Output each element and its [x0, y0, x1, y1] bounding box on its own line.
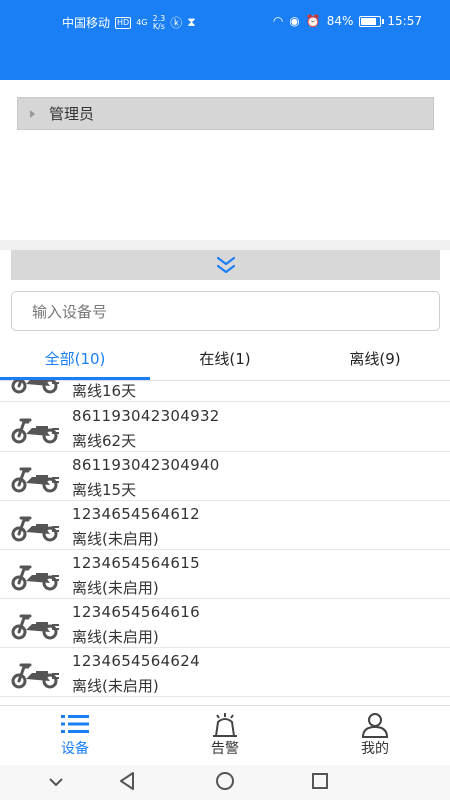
bottom-nav: 设备 告警 我的 [0, 705, 450, 766]
device-status: 离线15天 [72, 481, 137, 499]
scooter-icon [11, 467, 61, 493]
list-item[interactable]: 861193042304940 离线15天 [0, 452, 450, 501]
user-icon [361, 713, 389, 738]
device-id: 861193042304932 [72, 407, 220, 425]
device-status: 离线16天 [72, 382, 137, 400]
back-icon[interactable] [118, 771, 136, 791]
tab-offline[interactable]: 离线(9) [300, 340, 450, 380]
home-icon[interactable] [215, 771, 235, 791]
double-chevron-down-icon[interactable] [215, 255, 237, 275]
status-bar-right: ◠ ◉ ⏰ 84% 15:57 [273, 14, 422, 28]
list-item[interactable]: 1234654564612 离线(未启用) [0, 501, 450, 550]
device-id: 1234654564615 [72, 554, 200, 572]
speed-unit: K/s [152, 21, 165, 31]
headphone-icon: ◠ [272, 14, 284, 28]
scooter-icon [11, 614, 61, 640]
hourglass-icon: ⧗ [187, 15, 196, 29]
list-item[interactable]: 1234654564624 离线(未启用) [0, 648, 450, 697]
battery-percent: 84% [326, 14, 354, 28]
nav-alarms-label: 告警 [211, 741, 239, 757]
device-id: 861193042304940 [72, 456, 220, 474]
scooter-icon [11, 380, 61, 394]
clock-time: 15:57 [387, 14, 422, 28]
device-search-box[interactable] [11, 291, 440, 332]
nav-devices[interactable]: 设备 [0, 706, 150, 766]
tree-node-label: 管理员 [49, 105, 95, 123]
tab-all[interactable]: 全部(10) [0, 340, 150, 380]
eye-icon: ◉ [289, 14, 300, 28]
nav-profile[interactable]: 我的 [300, 706, 450, 766]
system-nav-bar [0, 765, 450, 800]
filter-tabs: 全部(10) 在线(1) 离线(9) [0, 340, 450, 381]
chevron-down-icon[interactable] [48, 777, 64, 787]
alarm-icon [213, 713, 237, 737]
device-id: 1234654564624 [72, 652, 200, 670]
nav-profile-label: 我的 [361, 741, 389, 757]
hd-badge: HD [115, 16, 132, 29]
device-search-input[interactable] [30, 292, 414, 332]
device-id: 1234654564612 [72, 505, 200, 523]
circle-k-icon: ⓚ [170, 16, 183, 30]
speed-indicator: 2.3 K/s [152, 14, 166, 31]
alarm-clock-icon: ⏰ [305, 14, 321, 28]
device-status: 离线(未启用) [72, 579, 159, 597]
device-id: 1234654564616 [72, 603, 200, 621]
network-label: 4G [136, 17, 148, 27]
nav-devices-label: 设备 [61, 741, 89, 757]
status-bar-left: 中国移动 HD 4G 2.3 K/s ⓚ ⧗ [62, 14, 196, 31]
list-item[interactable]: 1234654564615 离线(未启用) [0, 550, 450, 599]
list-item[interactable]: 861193042304932 离线62天 [0, 403, 450, 452]
device-status: 离线(未启用) [72, 677, 159, 695]
scooter-icon [11, 418, 61, 444]
battery-icon [359, 15, 385, 27]
section-divider [0, 240, 450, 250]
tree-node-admin[interactable]: 管理员 [17, 97, 434, 130]
status-bar: 中国移动 HD 4G 2.3 K/s ⓚ ⧗ ◠ ◉ ⏰ 84% 15:57 [0, 0, 450, 80]
scooter-icon [11, 516, 61, 542]
list-item[interactable]: 离线16天 [0, 380, 450, 402]
device-status: 离线(未启用) [72, 628, 159, 646]
org-tree: 管理员 [0, 80, 450, 240]
scooter-icon [11, 565, 61, 591]
device-status: 离线(未启用) [72, 530, 159, 548]
device-status: 离线62天 [72, 432, 137, 450]
tab-online[interactable]: 在线(1) [150, 340, 300, 380]
nav-alarms[interactable]: 告警 [150, 706, 300, 766]
scooter-icon [11, 663, 61, 689]
carrier-label: 中国移动 [62, 16, 111, 30]
device-list: 离线16天 861193042304932 离线62天 861193042304… [0, 380, 450, 705]
list-item[interactable]: 1234654564616 离线(未启用) [0, 599, 450, 648]
expand-toggle-bar[interactable] [11, 250, 440, 280]
recents-icon[interactable] [311, 772, 329, 790]
list-icon [61, 715, 89, 733]
expand-arrow-icon[interactable] [30, 109, 35, 118]
